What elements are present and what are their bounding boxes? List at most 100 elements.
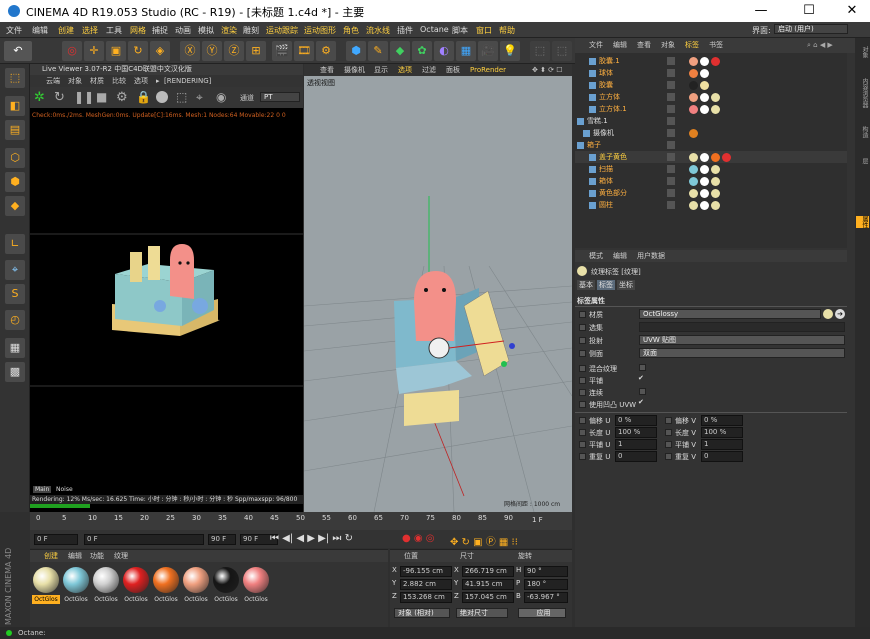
vp-menu-display[interactable]: 显示 <box>374 64 388 76</box>
sidebar-tab-attributes[interactable]: 属性 <box>856 216 869 228</box>
render-settings-icon[interactable]: ⚙ <box>316 41 336 61</box>
om-menu-objects[interactable]: 对象 <box>661 38 675 53</box>
object-row[interactable]: 箱子 <box>575 139 847 151</box>
material-tag-icon[interactable] <box>711 189 720 198</box>
menu-item-script[interactable]: 脚本 <box>452 25 468 36</box>
material-label[interactable]: OctGlos <box>32 595 60 604</box>
scale-icon[interactable]: ▣ <box>106 41 126 61</box>
attr-tab-basic[interactable]: 基本 <box>577 280 595 290</box>
move-icon[interactable]: ✛ <box>84 41 104 61</box>
position-field[interactable]: -96.155 cm <box>400 566 452 577</box>
visibility-toggle-icon[interactable] <box>667 165 675 173</box>
material-tag-icon[interactable] <box>711 165 720 174</box>
attr-menu-edit[interactable]: 编辑 <box>613 250 627 262</box>
material-tag-icon[interactable] <box>689 57 698 66</box>
pause-icon[interactable]: ❚❚ <box>74 90 94 104</box>
om-menu-file[interactable]: 文件 <box>589 38 603 53</box>
material-tag-icon[interactable] <box>689 81 698 90</box>
apply-button[interactable]: 应用 <box>518 608 566 618</box>
rotate-icon[interactable]: ↻ <box>128 41 148 61</box>
param-toggle[interactable] <box>665 417 672 424</box>
pen-icon[interactable]: ✎ <box>368 41 388 61</box>
visibility-toggle-icon[interactable] <box>667 57 675 65</box>
tile-checkbox[interactable]: ✔ <box>638 374 644 382</box>
material-label[interactable]: OctGlos <box>242 595 270 604</box>
octane-render-icon[interactable]: ✲ <box>34 90 45 105</box>
menu-item-octane[interactable]: Octane <box>420 25 449 34</box>
tab-noise[interactable]: Noise <box>54 486 75 493</box>
menu-item-motion-tracking[interactable]: 运动跟踪 <box>266 25 298 36</box>
menu-item-edit[interactable]: 编辑 <box>32 25 48 36</box>
visibility-toggle-icon[interactable] <box>667 93 675 101</box>
object-row[interactable]: 球体 <box>575 67 847 79</box>
pick-material-icon[interactable]: ◉ <box>216 90 226 104</box>
key-mode-icon[interactable]: ✥ ↻ ▣ Ⓟ ▦ ⁝⁝ <box>450 533 518 548</box>
om-menu-edit[interactable]: 编辑 <box>613 38 627 53</box>
mograph-cloner-icon[interactable]: ✿ <box>412 41 432 61</box>
visibility-toggle-icon[interactable] <box>667 189 675 197</box>
material-swatch[interactable] <box>243 567 269 593</box>
camera-icon[interactable]: 🎥 <box>478 41 498 61</box>
menu-item-file[interactable]: 文件 <box>6 25 22 36</box>
rotation-field[interactable]: 90 ° <box>524 566 568 577</box>
seamless-checkbox[interactable] <box>639 388 646 395</box>
layout-dropdown[interactable]: 启动 (用户) <box>774 24 848 34</box>
axis-mode-icon[interactable]: ∟ <box>5 234 25 254</box>
material-tag-icon[interactable] <box>700 81 709 90</box>
material-label[interactable]: OctGlos <box>62 595 90 604</box>
visibility-toggle-icon[interactable] <box>667 153 675 161</box>
region-render-icon[interactable]: ⬚ <box>176 90 187 104</box>
menu-item-mesh[interactable]: 网格 <box>130 25 146 36</box>
menu-item-help[interactable]: 帮助 <box>499 25 515 36</box>
lv-menu-cloud[interactable]: 云端 <box>46 75 60 87</box>
object-row[interactable]: 摄像机 <box>575 127 847 139</box>
material-swatch[interactable] <box>183 567 209 593</box>
repeat-v-field[interactable]: 0 <box>701 451 743 462</box>
lv-menu-compare[interactable]: 比较 <box>112 75 126 87</box>
material-tag-icon[interactable] <box>711 57 720 66</box>
material-swatch[interactable] <box>123 567 149 593</box>
cube-icon[interactable]: ⬢ <box>346 41 366 61</box>
lv-menu-objects[interactable]: 对象 <box>68 75 82 87</box>
material-swatch[interactable] <box>93 567 119 593</box>
close-button[interactable]: ✕ <box>836 1 868 21</box>
menu-item-render[interactable]: 渲染 <box>221 25 237 36</box>
attr-menu-mode[interactable]: 模式 <box>589 250 603 262</box>
minimize-button[interactable]: — <box>745 1 777 21</box>
preview-start-field[interactable]: 0 F <box>84 534 204 545</box>
clay-render-icon[interactable] <box>156 91 168 103</box>
menu-item-create[interactable]: 创建 <box>58 25 74 36</box>
vp-menu-cameras[interactable]: 摄像机 <box>344 64 365 76</box>
menu-item-animate[interactable]: 动画 <box>175 25 191 36</box>
vp-menu-prorender[interactable]: ProRender <box>470 64 506 76</box>
visibility-toggle-icon[interactable] <box>667 141 675 149</box>
sidebar-tab-content-browser[interactable]: 内容浏览器 <box>856 78 869 108</box>
visibility-toggle-icon[interactable] <box>667 117 675 125</box>
timeline-ruler[interactable]: 0 5 10 15 20 25 30 35 40 45 50 55 60 65 70 75 80 85 90 1 F <box>30 512 572 530</box>
recent-tool-icon[interactable]: ◈ <box>150 41 170 61</box>
menu-item-sculpt[interactable]: 雕刻 <box>243 25 259 36</box>
record-keys-icon[interactable]: ● ◉ ◎ <box>402 533 435 544</box>
live-select-icon[interactable]: ◎ <box>62 41 82 61</box>
param-toggle[interactable] <box>665 441 672 448</box>
make-editable-icon[interactable]: ⬚ <box>5 68 25 88</box>
visibility-toggle-icon[interactable] <box>667 69 675 77</box>
material-tag-icon[interactable] <box>711 93 720 102</box>
object-row[interactable]: 扫描 <box>575 163 847 175</box>
side-dropdown[interactable]: 双面 <box>639 348 845 358</box>
param-toggle[interactable] <box>579 417 586 424</box>
pick-focus-icon[interactable]: ⌖ <box>196 90 203 105</box>
material-tag-icon[interactable] <box>711 105 720 114</box>
menu-item-tools[interactable]: 工具 <box>106 25 122 36</box>
visibility-toggle-icon[interactable] <box>667 201 675 209</box>
material-tag-icon[interactable] <box>689 153 698 162</box>
use-uvw-checkbox[interactable]: ✔ <box>638 398 644 406</box>
param-toggle[interactable] <box>579 441 586 448</box>
axis-z-button[interactable]: Ⓩ <box>224 41 244 61</box>
param-toggle[interactable] <box>579 453 586 460</box>
coord-mode-dropdown[interactable]: 对象 (相对) <box>394 608 450 618</box>
material-tag-icon[interactable] <box>700 57 709 66</box>
material-tag-icon[interactable] <box>700 201 709 210</box>
material-tag-icon[interactable] <box>689 177 698 186</box>
lv-menu-arrow[interactable]: ▸ <box>156 75 160 87</box>
